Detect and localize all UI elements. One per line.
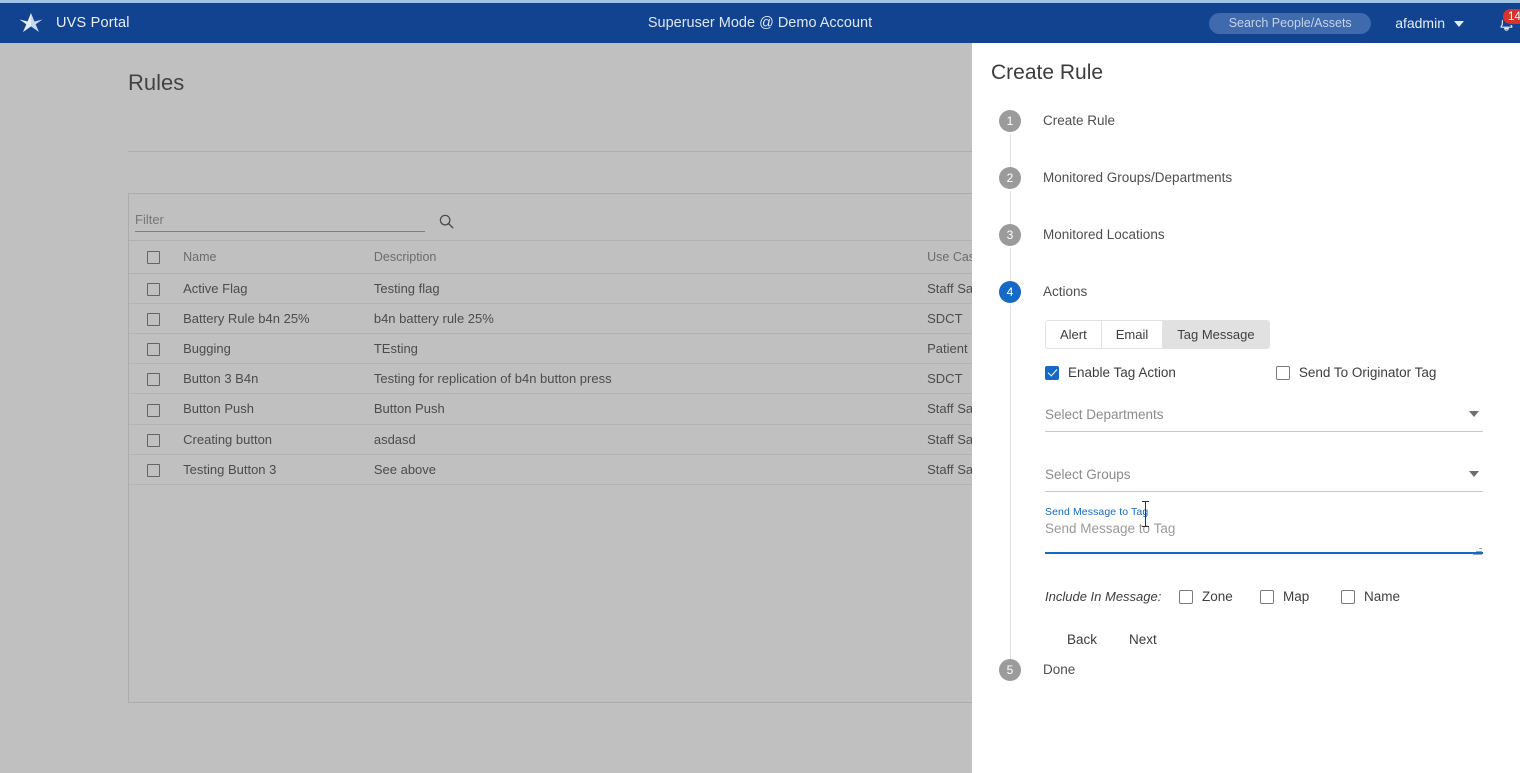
- step-label: Monitored Locations: [1043, 227, 1165, 242]
- step-label: Done: [1043, 662, 1076, 677]
- checkbox-box: [1179, 589, 1193, 604]
- include-zone-checkbox[interactable]: Zone: [1179, 589, 1260, 604]
- checkbox-label: Zone: [1202, 589, 1233, 604]
- wizard-step-done[interactable]: 5 Done: [991, 659, 1501, 699]
- include-name-checkbox[interactable]: Name: [1341, 589, 1422, 604]
- user-name: afadmin: [1395, 15, 1445, 31]
- tab-alert[interactable]: Alert: [1046, 321, 1102, 348]
- drawer-title: Create Rule: [991, 61, 1104, 84]
- send-message-field: Send Message to Tag: [1045, 501, 1483, 559]
- step-number-badge: 1: [999, 110, 1021, 132]
- step-label: Monitored Groups/Departments: [1043, 170, 1233, 185]
- header-right-group: afadmin 141: [1209, 3, 1520, 43]
- app-root: UVS Portal Superuser Mode @ Demo Account…: [0, 0, 1520, 773]
- brand[interactable]: UVS Portal: [18, 10, 278, 36]
- step-number-badge: 4: [999, 281, 1021, 303]
- checkbox-box: [1260, 589, 1274, 604]
- step-label: Create Rule: [1043, 113, 1116, 128]
- include-map-checkbox[interactable]: Map: [1260, 589, 1341, 604]
- step-connector: [1009, 305, 1011, 659]
- chevron-down-icon: [1469, 411, 1479, 417]
- user-menu[interactable]: afadmin: [1395, 15, 1464, 31]
- next-button[interactable]: Next: [1123, 628, 1163, 651]
- select-groups-value: Select Groups: [1045, 467, 1131, 482]
- checkbox-label: Send To Originator Tag: [1298, 365, 1437, 380]
- enable-tag-action-checkbox[interactable]: Enable Tag Action: [1045, 365, 1176, 380]
- tab-email[interactable]: Email: [1101, 321, 1164, 348]
- wizard-step-actions[interactable]: 4 Actions Alert Email Tag Message Enable…: [991, 281, 1501, 659]
- step-label: Actions: [1043, 284, 1088, 299]
- step-number-badge: 5: [999, 659, 1021, 681]
- notification-badge: 141: [1502, 8, 1520, 25]
- tag-action-checkbox-row: Enable Tag Action Send To Originator Tag: [1045, 365, 1501, 380]
- brand-title: UVS Portal: [56, 15, 130, 31]
- wizard-step-create-rule[interactable]: 1 Create Rule: [991, 110, 1501, 167]
- logo-icon: [18, 10, 44, 36]
- step-connector: [1009, 248, 1011, 281]
- wizard-stepper: 1 Create Rule 2 Monitored Groups/Departm…: [991, 110, 1501, 699]
- back-button[interactable]: Back: [1061, 628, 1103, 651]
- actions-panel: Alert Email Tag Message Enable Tag Actio…: [1043, 303, 1501, 659]
- step-number-badge: 2: [999, 167, 1021, 189]
- create-rule-drawer: Create Rule 1 Create Rule 2 Monitored Gr…: [972, 43, 1520, 773]
- checkbox-label: Map: [1283, 589, 1310, 604]
- text-cursor-icon: [1142, 501, 1149, 527]
- wizard-step-monitored-locations[interactable]: 3 Monitored Locations: [991, 224, 1501, 281]
- send-message-textarea[interactable]: [1045, 520, 1483, 554]
- select-departments-value: Select Departments: [1045, 407, 1164, 422]
- step-connector: [1009, 134, 1011, 167]
- include-in-message-row: Include In Message: Zone Map Name: [1045, 589, 1501, 604]
- checkbox-label: Name: [1364, 589, 1401, 604]
- checkbox-label: Enable Tag Action: [1068, 365, 1176, 380]
- chevron-down-icon: [1454, 21, 1464, 27]
- app-header: UVS Portal Superuser Mode @ Demo Account…: [0, 3, 1520, 43]
- wizard-nav-buttons: Back Next: [1045, 628, 1501, 651]
- send-message-label: Send Message to Tag: [1045, 506, 1149, 518]
- send-to-originator-checkbox[interactable]: Send To Originator Tag: [1275, 365, 1437, 380]
- select-departments-dropdown[interactable]: Select Departments: [1045, 402, 1483, 432]
- search-input[interactable]: [1209, 12, 1372, 34]
- include-in-message-label: Include In Message:: [1045, 589, 1162, 604]
- checkbox-box: [1045, 365, 1059, 380]
- chevron-down-icon: [1469, 471, 1479, 477]
- tab-tag-message[interactable]: Tag Message: [1163, 321, 1269, 348]
- step-connector: [1009, 191, 1011, 224]
- step-number-badge: 3: [999, 224, 1021, 246]
- checkbox-box: [1275, 365, 1290, 380]
- notifications-button[interactable]: 141: [1486, 3, 1520, 43]
- action-type-tabs: Alert Email Tag Message: [1045, 320, 1270, 349]
- checkbox-box: [1341, 589, 1355, 604]
- select-groups-dropdown[interactable]: Select Groups: [1045, 462, 1483, 492]
- wizard-step-monitored-groups[interactable]: 2 Monitored Groups/Departments: [991, 167, 1501, 224]
